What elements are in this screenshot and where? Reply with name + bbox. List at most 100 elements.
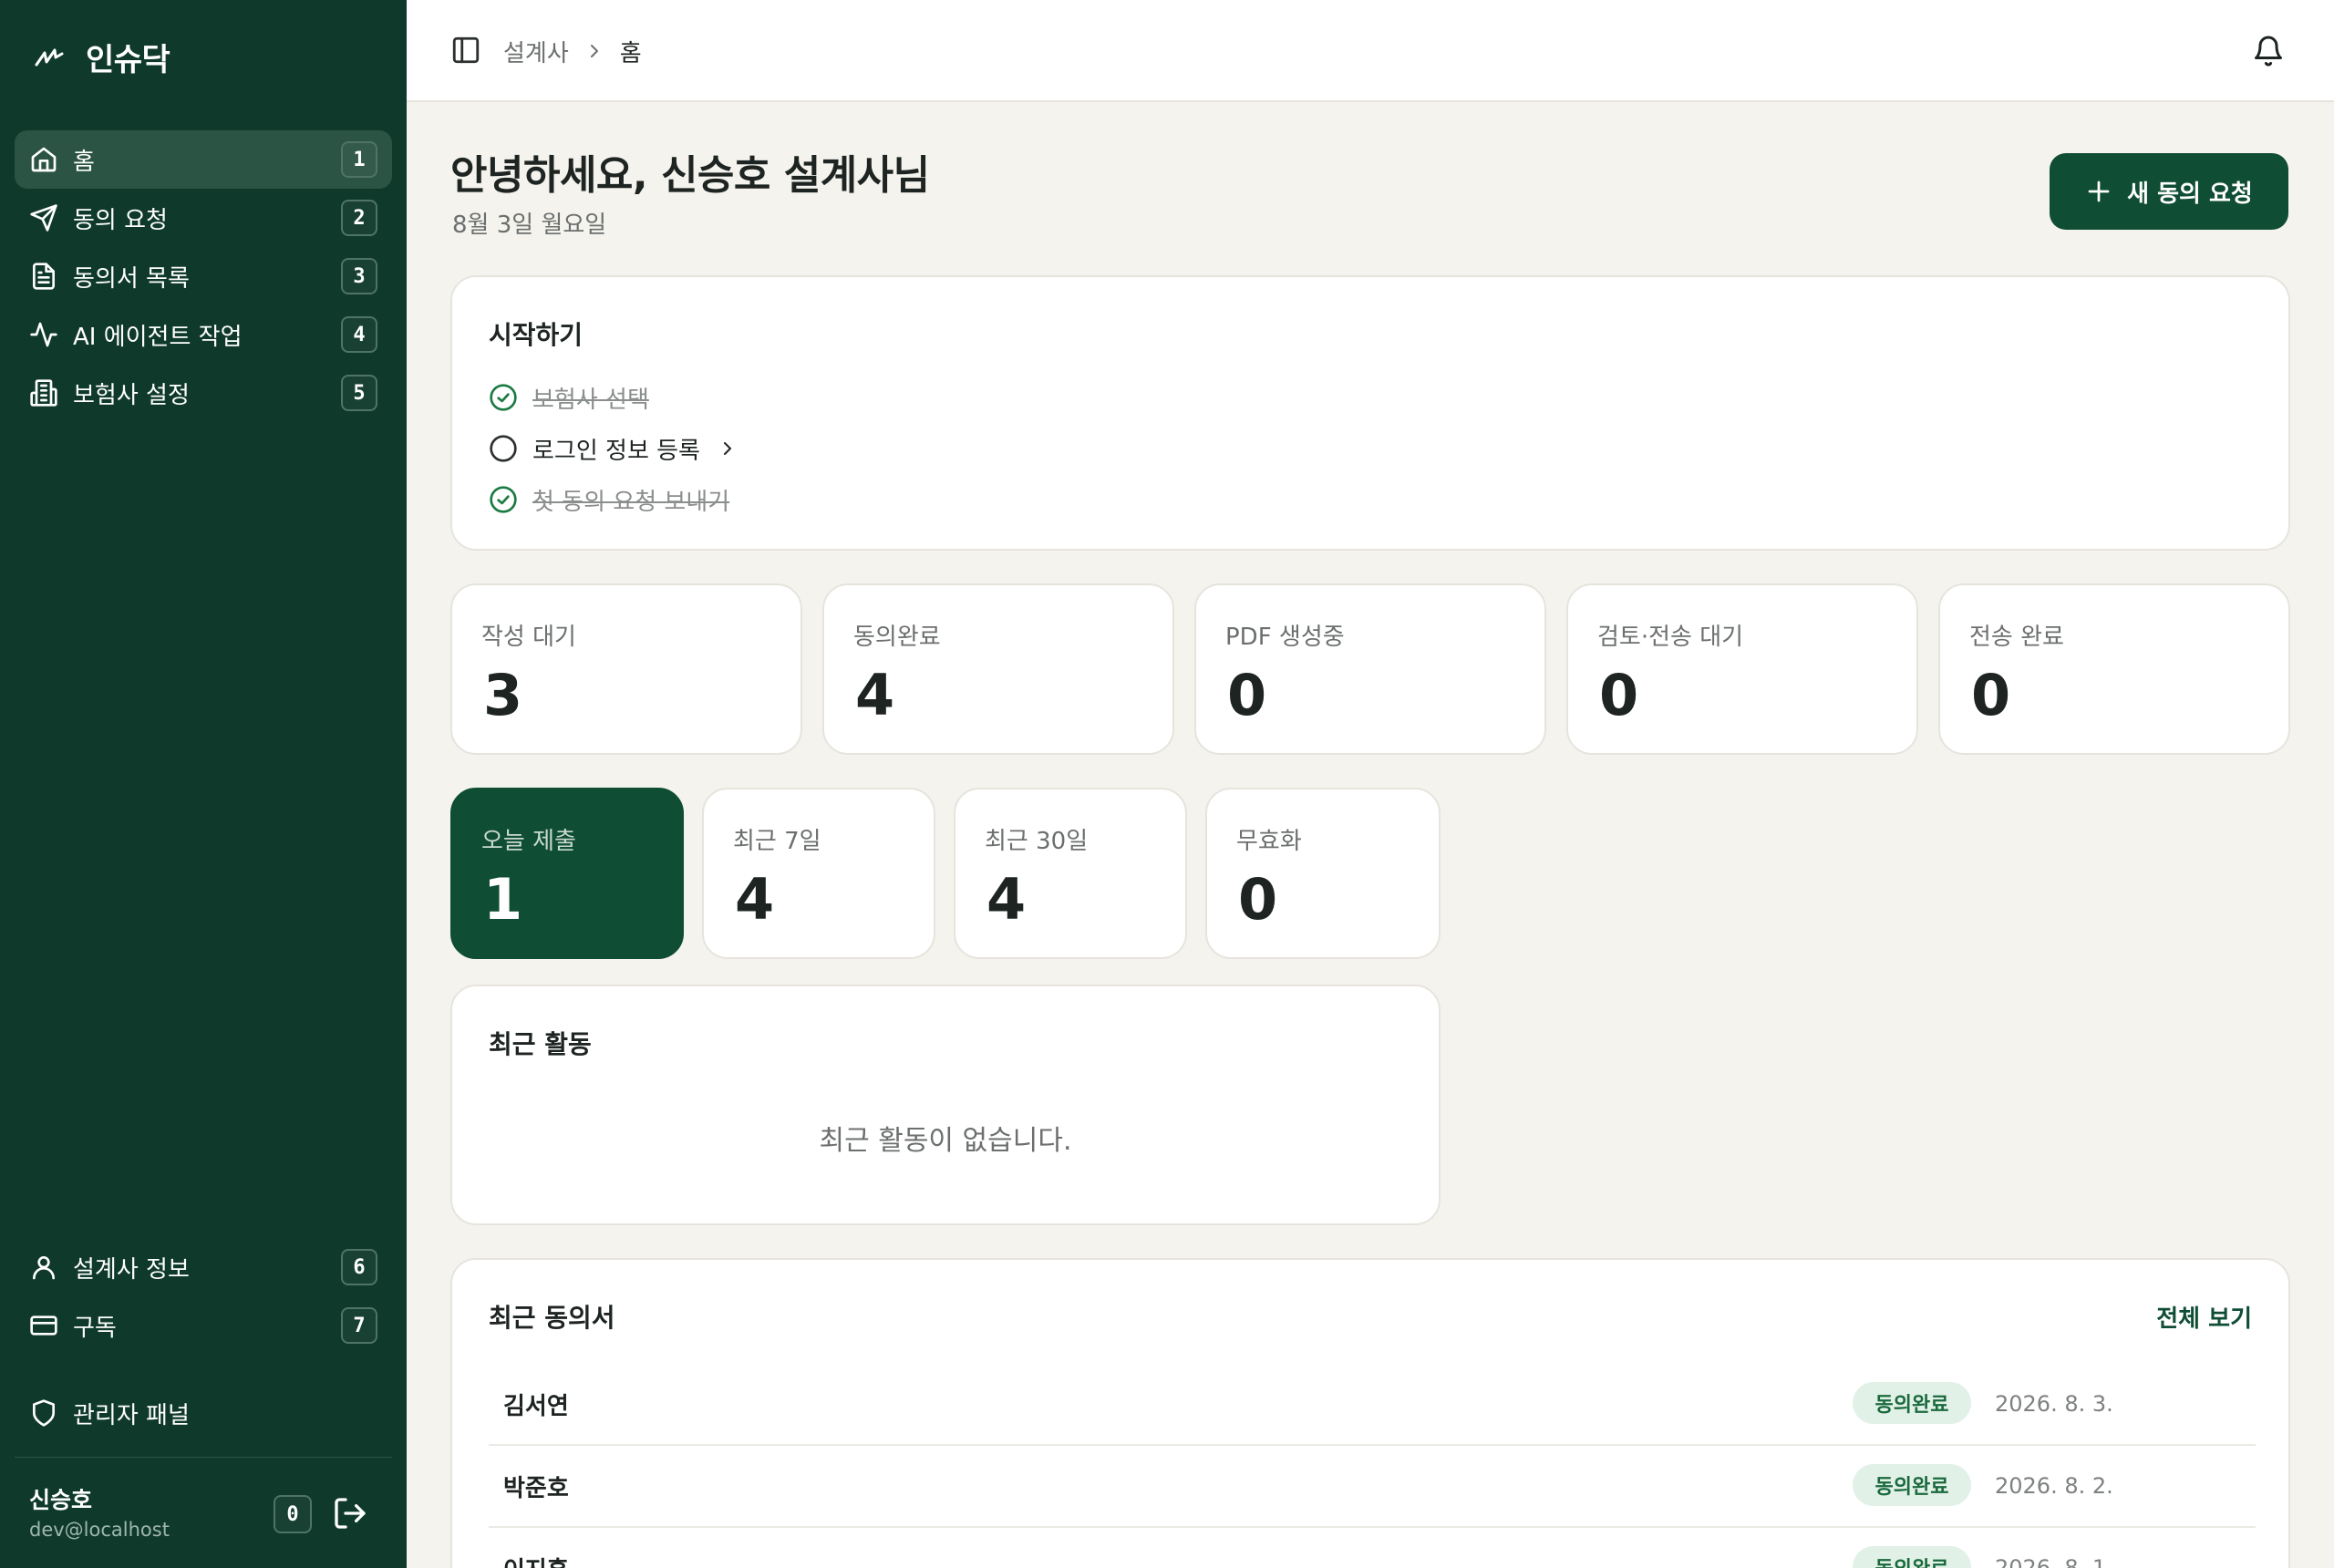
stat-card-last-30-days[interactable]: 최근 30일 4: [954, 788, 1187, 959]
brand-name: 인슈닥: [86, 41, 170, 78]
stat-value: 0: [1599, 662, 1639, 728]
admin-nav: 관리자 패널: [15, 1384, 392, 1442]
checklist-item-link[interactable]: 로그인 정보 등록: [489, 423, 738, 474]
sidebar-item-consent-request[interactable]: 동의 요청 2: [15, 189, 392, 247]
stat-card-invalidated[interactable]: 무효화 0: [1205, 788, 1441, 959]
stat-label: 무효화: [1236, 828, 1302, 855]
checklist-item: 첫 동의 요청 보내기: [489, 474, 738, 525]
sidebar-item-subscription[interactable]: 구독 7: [15, 1296, 392, 1355]
home-icon: [31, 147, 57, 172]
stat-label: PDF 생성중: [1225, 624, 1345, 651]
sidebar-toggle-icon[interactable]: [450, 35, 481, 66]
stat-card-today[interactable]: 오늘 제출 1: [450, 788, 684, 959]
stat-card-last-7-days[interactable]: 최근 7일 4: [702, 788, 935, 959]
breadcrumb: 설계사 홈: [503, 33, 642, 69]
stat-card-pdf-generating[interactable]: PDF 생성중 0: [1194, 583, 1546, 755]
shortcut-badge: 5: [341, 375, 377, 411]
stat-value: 0: [1971, 662, 2011, 728]
sidebar-item-planner-info[interactable]: 설계사 정보 6: [15, 1238, 392, 1296]
empty-state-text: 최근 활동이 없습니다.: [819, 1125, 1072, 1157]
sidebar-item-label: 동의서 목록: [73, 264, 190, 293]
plus-icon: [2088, 181, 2110, 202]
card-title: 최근 동의서: [489, 1303, 615, 1333]
view-all-link[interactable]: 전체 보기: [2156, 1300, 2252, 1334]
brand[interactable]: 인슈닥: [33, 36, 170, 78]
check-circle-icon: [490, 384, 517, 411]
sidebar-item-ai-agent[interactable]: AI 에이전트 작업 4: [15, 305, 392, 364]
chevron-right-icon: [590, 45, 598, 57]
shortcut-badge: 3: [341, 258, 377, 294]
secondary-nav: 설계사 정보 6 구독 7: [15, 1238, 392, 1355]
shield-icon: [33, 1399, 55, 1427]
recent-activity-card: 최근 활동 최근 활동이 없습니다.: [450, 985, 1441, 1225]
button-label: 새 동의 요청: [2127, 180, 2253, 208]
customer-name: 박준호: [503, 1475, 569, 1502]
shortcut-badge: 2: [341, 200, 377, 236]
bell-icon[interactable]: [2252, 35, 2285, 67]
send-icon: [30, 204, 57, 232]
shortcut-badge: 6: [341, 1249, 377, 1285]
greeting-prefix: 안녕하세요,: [450, 152, 661, 199]
stat-value: 0: [1238, 866, 1278, 933]
stat-value: 4: [735, 866, 775, 933]
shortcut-badge: 4: [341, 316, 377, 353]
stat-card-sent[interactable]: 전송 완료 0: [1938, 583, 2290, 755]
stat-value: 3: [483, 662, 523, 728]
checklist-item: 보험사 선택: [489, 372, 738, 423]
customer-name: 김서연: [503, 1393, 569, 1420]
chevron-right-icon: [723, 442, 731, 455]
stat-value: 4: [855, 662, 895, 728]
stat-card-review-pending[interactable]: 검토·전송 대기 0: [1566, 583, 1918, 755]
main-nav: 홈 1 동의 요청 2 동의서 목록 3 AI 에이전트 작업 4 보험사 설정…: [15, 130, 392, 422]
consent-row[interactable]: 박준호 동의완료 2026. 8. 2.: [489, 1446, 2256, 1528]
sidebar-item-label: 홈: [73, 148, 95, 176]
activity-icon: [30, 322, 57, 347]
onboarding-checklist: 보험사 선택 로그인 정보 등록 첫 동의 요청 보내기: [489, 372, 738, 525]
sidebar-item-home[interactable]: 홈 1: [15, 130, 392, 189]
new-consent-request-button[interactable]: 새 동의 요청: [2050, 153, 2288, 230]
stat-card-draft-pending[interactable]: 작성 대기 3: [450, 583, 802, 755]
stat-card-consented[interactable]: 동의완료 4: [822, 583, 1174, 755]
building-icon: [30, 379, 57, 407]
sidebar-item-label: 동의 요청: [73, 206, 168, 234]
signature-logo-icon: [35, 48, 64, 67]
consent-row[interactable]: 김서연 동의완료 2026. 8. 3.: [489, 1364, 2256, 1446]
sidebar-item-label: 설계사 정보: [73, 1255, 190, 1284]
stat-value: 1: [483, 866, 523, 933]
sidebar-item-consent-list[interactable]: 동의서 목록 3: [15, 247, 392, 305]
sidebar-item-label: 보험사 설정: [73, 381, 190, 409]
shortcut-badge: 7: [341, 1307, 377, 1344]
stat-label: 전송 완료: [1969, 624, 2064, 651]
stat-label: 최근 30일: [985, 828, 1089, 855]
logout-icon[interactable]: [332, 1495, 368, 1532]
stat-label: 동의완료: [853, 624, 941, 651]
consent-list: 김서연 동의완료 2026. 8. 3. 박준호 동의완료 2026. 8. 2…: [489, 1364, 2256, 1568]
divider: [15, 1457, 392, 1458]
card-title: 시작하기: [489, 320, 584, 350]
stat-label: 작성 대기: [481, 624, 576, 651]
sidebar-item-admin-panel[interactable]: 관리자 패널: [15, 1384, 392, 1442]
breadcrumb-parent[interactable]: 설계사: [503, 35, 569, 68]
checklist-label: 첫 동의 요청 보내기: [532, 488, 730, 516]
getting-started-card: 시작하기 보험사 선택 로그인 정보 등록 첫 동의 요청 보내기: [450, 275, 2290, 551]
user-name: 신승호: [29, 1487, 93, 1513]
sidebar-item-insurer-settings[interactable]: 보험사 설정 5: [15, 364, 392, 422]
consent-row[interactable]: 이지훈 동의완료 2026. 8. 1.: [489, 1528, 2256, 1568]
empty-circle-icon: [490, 435, 517, 462]
page-title: 안녕하세요, 신승호 설계사님: [450, 142, 930, 201]
breadcrumb-current: 홈: [619, 39, 642, 67]
sidebar-item-label: AI 에이전트 작업: [73, 323, 243, 351]
sidebar-item-label: 관리자 패널: [73, 1401, 190, 1429]
customer-name: 이지훈: [503, 1552, 569, 1568]
status-badge: 동의완료: [1853, 1546, 1971, 1568]
credit-card-icon: [30, 1315, 57, 1336]
user-email: dev@localhost: [29, 1519, 170, 1541]
checklist-label: 보험사 선택: [532, 386, 649, 414]
checklist-label: 로그인 정보 등록: [532, 437, 700, 465]
user-icon: [33, 1256, 55, 1280]
user-profile: 신승호 dev@localhost 0: [29, 1479, 377, 1542]
check-circle-icon: [490, 486, 517, 513]
consent-date: 2026. 8. 3.: [1995, 1391, 2113, 1417]
shortcut-badge: 1: [341, 141, 377, 178]
consent-date: 2026. 8. 2.: [1995, 1473, 2113, 1499]
